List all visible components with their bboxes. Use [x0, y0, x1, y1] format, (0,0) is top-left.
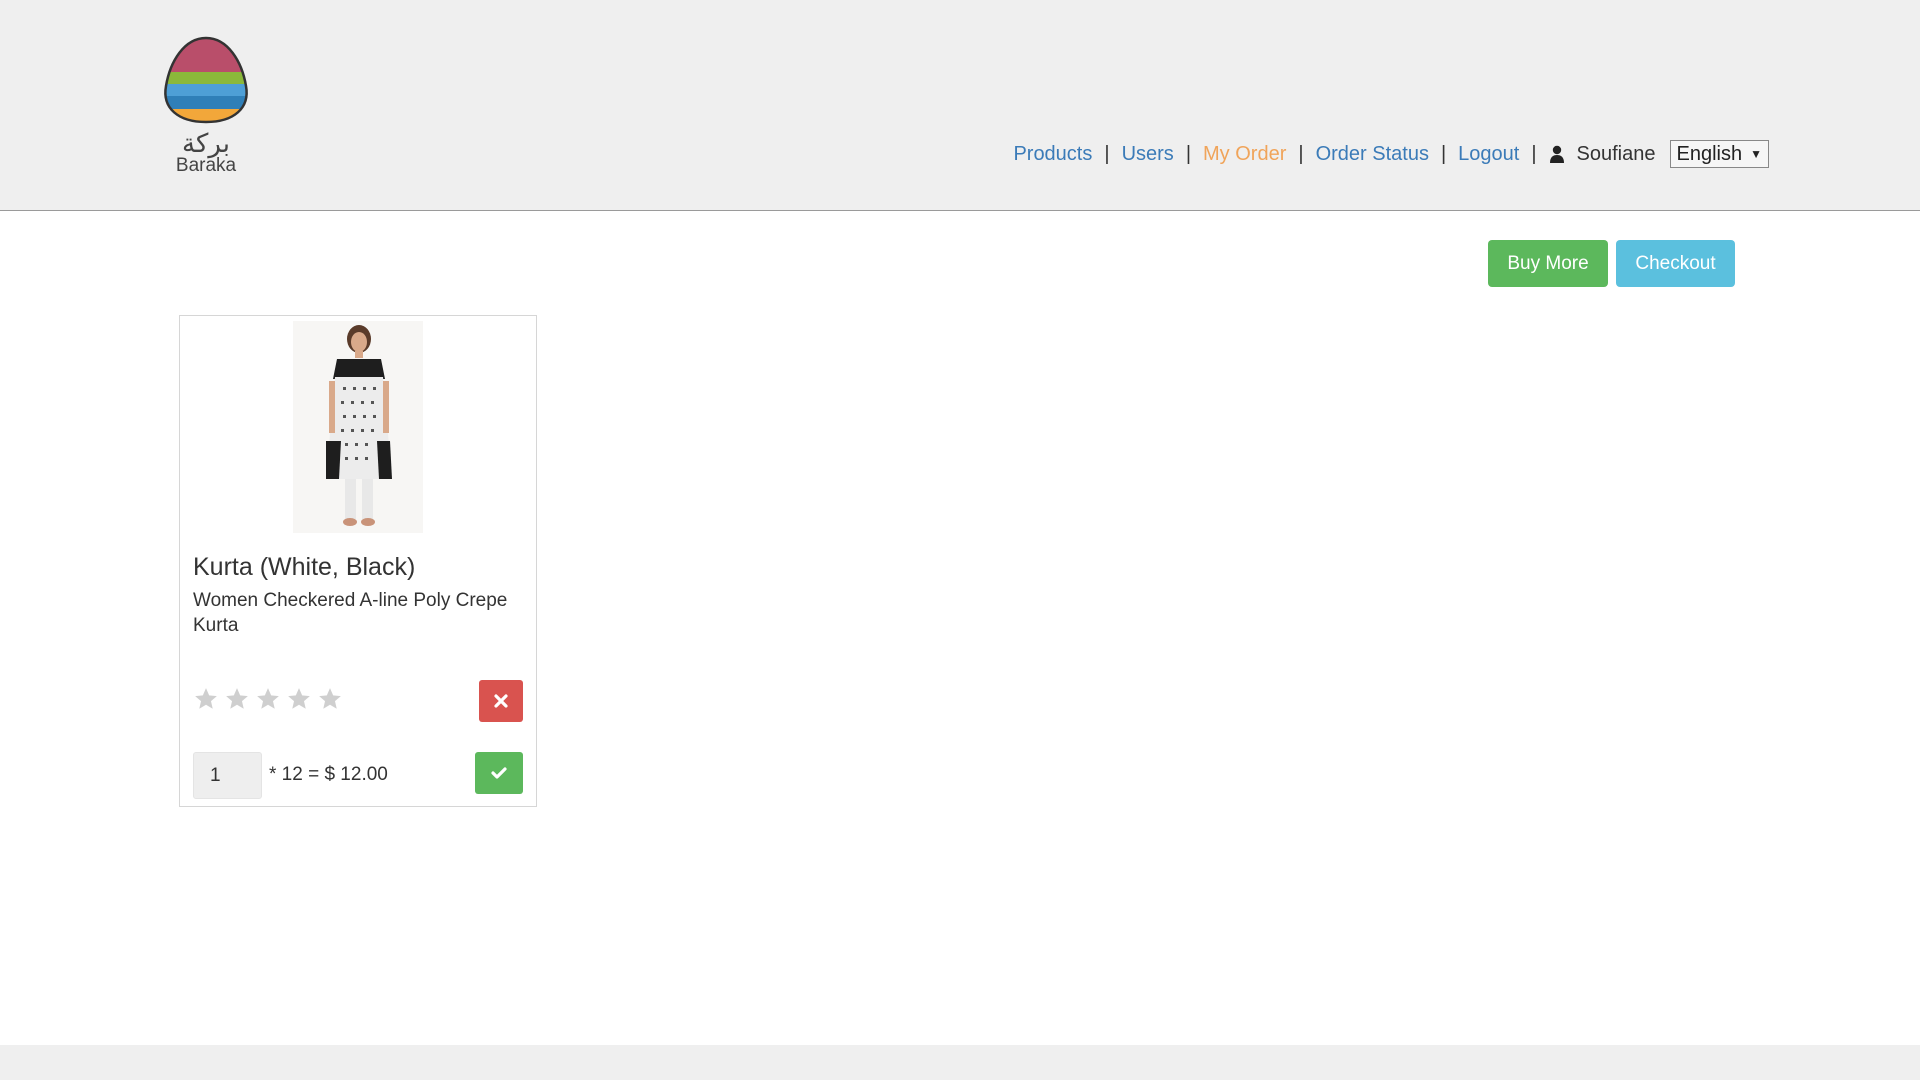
nav-users-link[interactable]: Users [1122, 143, 1174, 166]
product-description: Women Checkered A-line Poly Crepe Kurta [193, 590, 508, 636]
quantity-input[interactable] [193, 752, 262, 799]
brand-name: Baraka [175, 155, 237, 176]
header: بركة Baraka Products | Users | My Order … [0, 0, 1920, 211]
chevron-down-icon: ▼ [1750, 147, 1762, 161]
check-icon [491, 767, 507, 779]
star-icon[interactable] [255, 686, 281, 712]
brand-name-arabic: بركة [182, 128, 230, 158]
nav-separator: | [1104, 142, 1110, 165]
nav-separator: | [1440, 142, 1447, 165]
language-value: English [1676, 142, 1743, 165]
remove-item-button[interactable] [479, 680, 523, 722]
star-icon[interactable] [286, 686, 312, 712]
star-icon[interactable] [224, 686, 250, 712]
nav-products-link[interactable]: Products [1013, 143, 1092, 166]
product-title: Kurta (White, Black) [193, 553, 416, 581]
nav-separator: | [1531, 142, 1537, 165]
user-icon [1549, 145, 1564, 163]
nav-separator: | [1298, 142, 1304, 165]
confirm-quantity-button[interactable] [475, 752, 523, 794]
rating-stars[interactable] [193, 686, 348, 712]
nav-my-order-link[interactable]: My Order [1203, 143, 1286, 166]
footer [0, 1045, 1920, 1080]
buy-more-button[interactable]: Buy More [1488, 240, 1608, 287]
nav-separator: | [1185, 142, 1192, 165]
nav-order-status-link[interactable]: Order Status [1316, 143, 1429, 166]
line-total: * 12 = $ 12.00 [269, 764, 388, 785]
brand-logo[interactable]: بركة Baraka [158, 34, 254, 176]
star-icon[interactable] [317, 686, 343, 712]
order-item-card: Kurta (White, Black) Women Checkered A-l… [179, 315, 537, 807]
logo-icon [164, 36, 248, 124]
star-icon[interactable] [193, 686, 219, 712]
username: Soufiane [1576, 142, 1656, 165]
nav-logout-link[interactable]: Logout [1458, 143, 1519, 166]
current-user: Soufiane [1549, 143, 1656, 166]
language-select[interactable]: English ▼ [1669, 140, 1769, 168]
top-navigation: Products | Users | My Order | Order Stat… [1013, 140, 1769, 168]
close-icon [494, 694, 508, 708]
product-image[interactable] [293, 321, 423, 533]
checkout-button[interactable]: Checkout [1616, 240, 1735, 287]
